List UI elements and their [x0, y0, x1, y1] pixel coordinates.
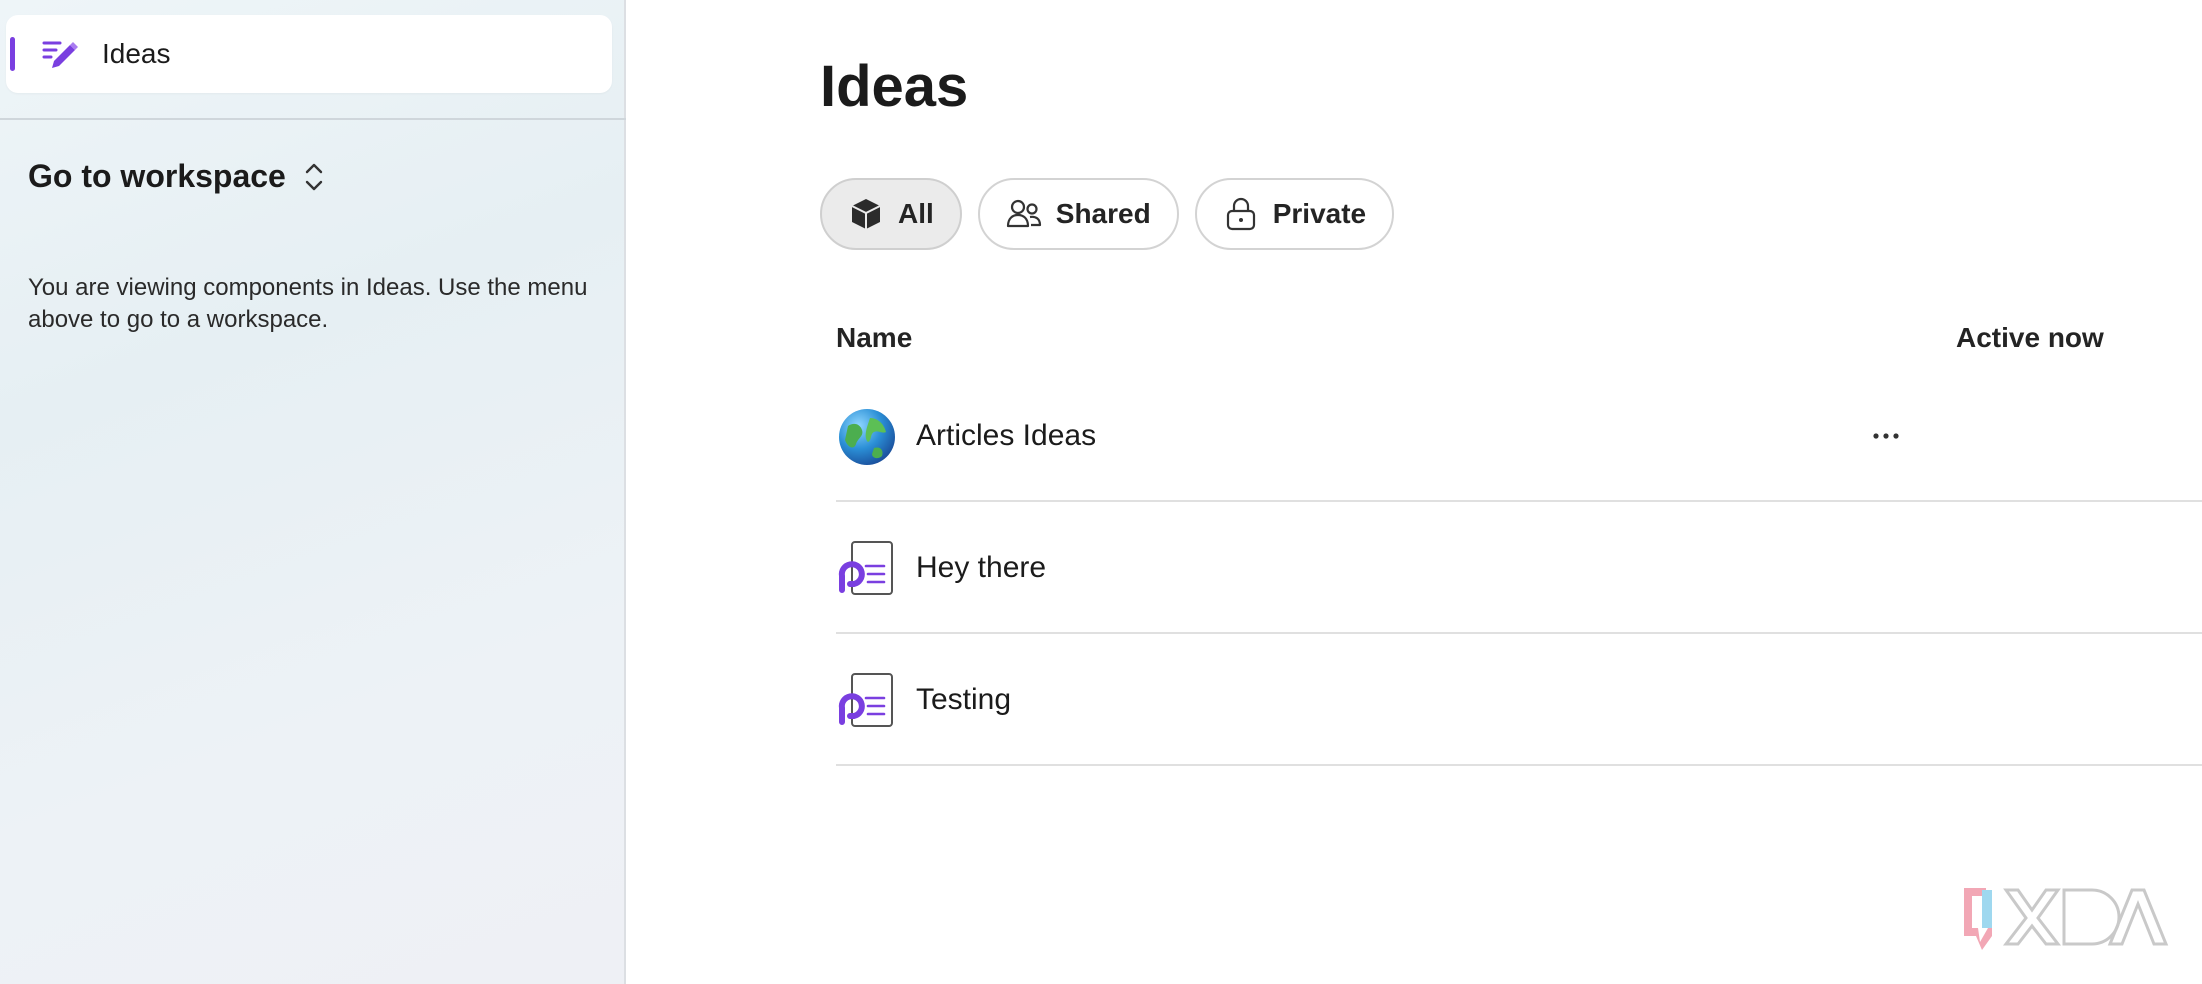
loop-page-icon	[838, 673, 893, 727]
filter-private-button[interactable]: Private	[1194, 178, 1395, 250]
pen-icon	[42, 41, 78, 68]
page-title: Ideas	[820, 54, 969, 119]
sidebar-item-ideas[interactable]: Ideas	[6, 15, 612, 93]
people-icon	[1006, 199, 1041, 228]
more-options-icon	[1873, 433, 1899, 439]
workspace-switch-label: Go to workspace	[28, 158, 286, 194]
filter-bar: All Shared Private	[820, 178, 1395, 250]
column-header-active-now[interactable]: Active now	[1956, 322, 2104, 354]
column-header-name[interactable]: Name	[836, 322, 912, 354]
filter-all-button[interactable]: All	[820, 178, 962, 250]
item-title: Testing	[916, 683, 1012, 716]
lock-icon	[1226, 197, 1255, 231]
list-item[interactable]: Testing	[836, 634, 2202, 766]
loop-page-icon	[838, 541, 893, 595]
globe-icon	[839, 409, 895, 465]
go-to-workspace-button[interactable]: Go to workspace	[28, 158, 326, 195]
main-content: Ideas All Shared Private Name Active now…	[628, 0, 2202, 984]
item-title: Hey there	[916, 551, 1047, 584]
cube-icon	[851, 199, 881, 229]
sidebar: Ideas Go to workspace You are viewing co…	[0, 0, 626, 984]
sidebar-item-label: Ideas	[102, 38, 171, 69]
filter-shared-button[interactable]: Shared	[977, 178, 1179, 250]
selected-indicator	[10, 37, 15, 71]
filter-label: All	[898, 198, 934, 229]
item-title: Articles Ideas	[916, 419, 1097, 452]
app-window: Ideas Go to workspace You are viewing co…	[0, 0, 2202, 984]
list-item[interactable]: Hey there	[836, 502, 2202, 634]
xda-logo	[1964, 888, 2169, 950]
filter-label: Shared	[1055, 198, 1151, 229]
list-item[interactable]: Articles Ideas	[836, 370, 2202, 502]
sidebar-divider	[0, 118, 626, 120]
sidebar-info-text: You are viewing components in Ideas. Use…	[28, 274, 588, 333]
chevron-up-down-icon	[305, 163, 323, 190]
more-options-button[interactable]	[1866, 418, 1906, 454]
filter-label: Private	[1272, 198, 1367, 229]
